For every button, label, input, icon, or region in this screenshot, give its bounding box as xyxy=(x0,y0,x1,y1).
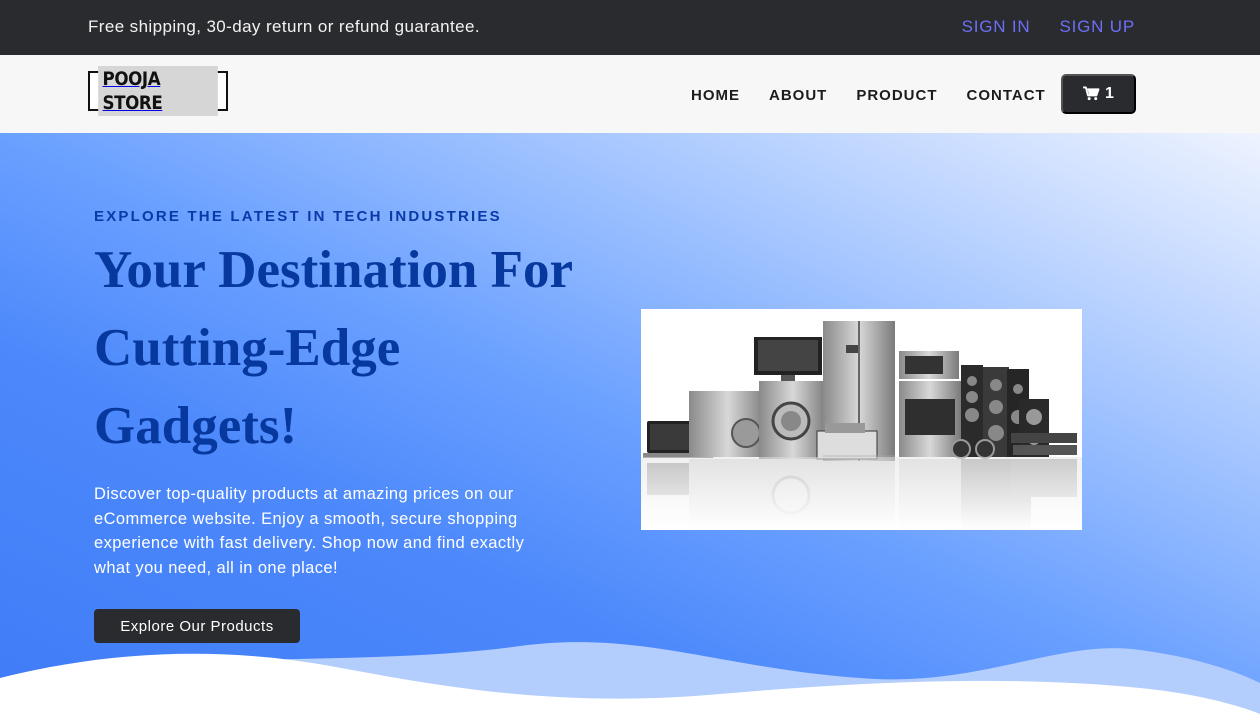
nav-link-contact[interactable]: CONTACT xyxy=(967,87,1046,104)
cart-button[interactable]: 1 xyxy=(1061,74,1136,114)
hero-headline: Your Destination For Cutting-Edge Gadget… xyxy=(94,241,573,455)
appliances-image xyxy=(641,309,1082,530)
logo-text: POOJA STORE xyxy=(98,66,218,116)
store-logo[interactable]: POOJA STORE xyxy=(88,66,228,116)
sign-up-link[interactable]: SIGN UP xyxy=(1059,17,1135,37)
auth-links: SIGN IN SIGN UP xyxy=(962,17,1135,37)
nav-link-about[interactable]: ABOUT xyxy=(769,87,827,104)
nav-menu: HOME ABOUT PRODUCT CONTACT xyxy=(691,87,1046,104)
nav-link-product[interactable]: PRODUCT xyxy=(856,87,937,104)
cart-count: 1 xyxy=(1105,85,1114,102)
hero-description: Discover top-quality products at amazing… xyxy=(94,485,525,577)
hero-eyebrow: EXPLORE THE LATEST IN TECH INDUSTRIES xyxy=(94,208,502,225)
hero-section: EXPLORE THE LATEST IN TECH INDUSTRIES Yo… xyxy=(0,133,1260,718)
decorative-waves xyxy=(0,642,1260,718)
nav-link-home[interactable]: HOME xyxy=(691,87,740,104)
main-navbar: POOJA STORE HOME ABOUT PRODUCT CONTACT 1 xyxy=(0,55,1260,133)
shopping-cart-icon xyxy=(1083,85,1100,100)
announcement-bar: Free shipping, 30-day return or refund g… xyxy=(0,0,1260,55)
sign-in-link[interactable]: SIGN IN xyxy=(962,17,1031,37)
promo-text: Free shipping, 30-day return or refund g… xyxy=(88,17,480,36)
